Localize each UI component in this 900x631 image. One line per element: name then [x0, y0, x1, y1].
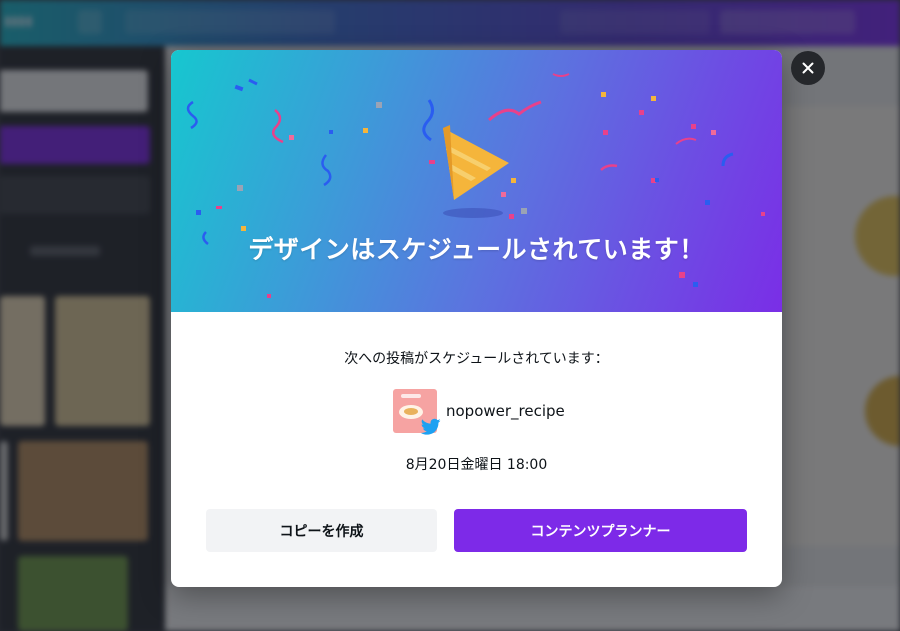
scheduled-account: nopower_recipe [393, 388, 565, 435]
close-button[interactable] [791, 51, 825, 85]
make-copy-button[interactable]: コピーを作成 [206, 509, 437, 552]
party-popper-icon [443, 125, 509, 218]
confetti-illustration [186, 73, 765, 298]
account-name: nopower_recipe [446, 402, 565, 420]
scheduled-dialog: デザインはスケジュールされています！ 次への投稿がスケジュールされています： n… [171, 50, 782, 587]
celebration-banner: デザインはスケジュールされています！ [171, 50, 782, 312]
content-planner-button[interactable]: コンテンツプランナー [454, 509, 747, 552]
schedule-message: 次への投稿がスケジュールされています： [344, 351, 609, 367]
scheduled-datetime: 8月20日金曜日 18:00 [405, 457, 548, 473]
twitter-icon [421, 417, 441, 437]
account-avatar [393, 389, 441, 435]
close-icon [802, 62, 814, 74]
dialog-title: デザインはスケジュールされています！ [248, 235, 705, 264]
